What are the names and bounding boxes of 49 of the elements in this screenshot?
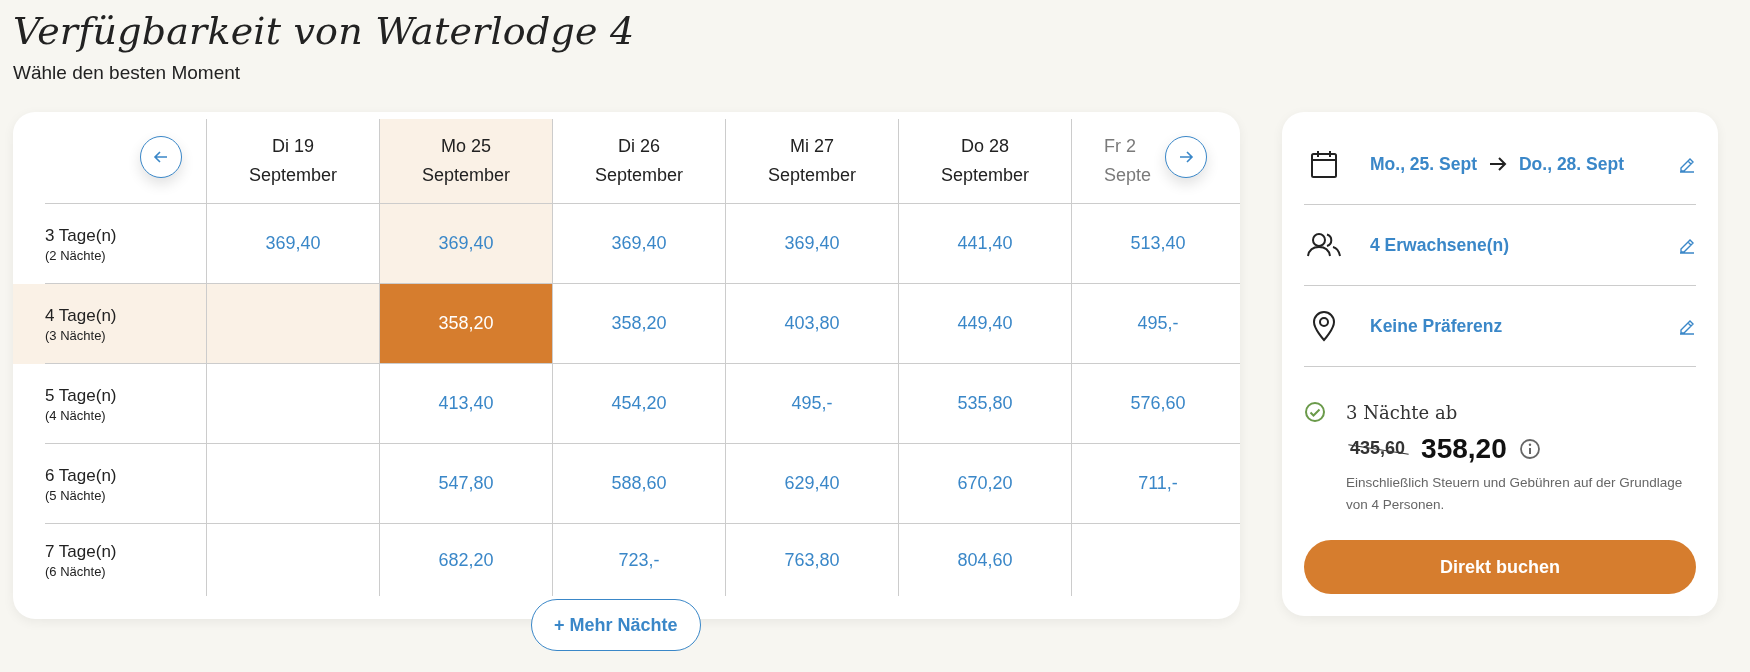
nights-label: 3 Nächte ab: [1346, 401, 1458, 423]
book-now-button[interactable]: Direkt buchen: [1304, 540, 1696, 594]
price-cell[interactable]: 629,40: [725, 444, 898, 524]
price-cell[interactable]: 670,20: [898, 444, 1071, 524]
price-cell[interactable]: 711,-: [1071, 444, 1240, 524]
arrow-right-icon: [1178, 149, 1194, 165]
date-column-header[interactable]: Do 28 September: [898, 119, 1071, 204]
price-cell[interactable]: 449,40: [898, 284, 1071, 364]
price-cell[interactable]: 495,-: [725, 364, 898, 444]
price-cell[interactable]: 369,40: [379, 204, 552, 284]
price-cell[interactable]: 369,40: [725, 204, 898, 284]
price-cell[interactable]: 413,40: [379, 364, 552, 444]
date-column-header[interactable]: Mo 25 September: [379, 119, 552, 204]
arrow-left-icon: [153, 149, 169, 165]
price-cell[interactable]: 513,40: [1071, 204, 1240, 284]
price-cell[interactable]: 454,20: [552, 364, 725, 444]
date-from-link[interactable]: Mo., 25. Sept: [1370, 153, 1477, 175]
price-cell[interactable]: 588,60: [552, 444, 725, 524]
price-cell[interactable]: 495,-: [1071, 284, 1240, 364]
page-title: Verfügbarkeit von Waterlodge 4: [13, 8, 636, 55]
price-cell[interactable]: 723,-: [552, 524, 725, 596]
price-cell[interactable]: 547,80: [379, 444, 552, 524]
page-subtitle: Wähle den besten Moment: [13, 62, 242, 84]
date-column-header[interactable]: Di 26 September: [552, 119, 725, 204]
price-cell[interactable]: 804,60: [898, 524, 1071, 596]
stay-length-label: 4 Tage(n) (3 Nächte): [13, 284, 206, 364]
price-note: Einschließlich Steuern und Gebühren auf der Grundlage von 4 Personen.: [1346, 474, 1684, 514]
info-icon[interactable]: [1518, 437, 1541, 460]
price-cell[interactable]: 682,20: [379, 524, 552, 596]
stay-length-label: 7 Tage(n) (6 Nächte): [44, 540, 118, 581]
price-cell[interactable]: 441,40: [898, 204, 1071, 284]
guests-link[interactable]: 4 Erwachsene(n): [1370, 234, 1510, 256]
more-nights-button[interactable]: + Mehr Nächte: [531, 599, 701, 651]
check-circle-icon: [1304, 401, 1326, 423]
people-icon: [1304, 232, 1344, 258]
price-cell[interactable]: 576,60: [1071, 364, 1240, 444]
price-cell[interactable]: 358,20: [552, 284, 725, 364]
price-cell[interactable]: 403,80: [725, 284, 898, 364]
price-cell[interactable]: 763,80: [725, 524, 898, 596]
price-cell[interactable]: 369,40: [552, 204, 725, 284]
arrow-right-icon: [1488, 157, 1507, 171]
previous-arrow-button[interactable]: [140, 136, 182, 178]
total-price: 358,20: [1421, 432, 1507, 465]
price-cell[interactable]: 535,80: [898, 364, 1071, 444]
next-arrow-button[interactable]: [1165, 136, 1207, 178]
location-link[interactable]: Keine Präferenz: [1370, 315, 1503, 337]
date-to-link[interactable]: Do., 28. Sept: [1518, 153, 1624, 175]
date-column-header[interactable]: Mi 27 September: [725, 119, 898, 204]
price-cell[interactable]: 358,20: [379, 284, 552, 364]
